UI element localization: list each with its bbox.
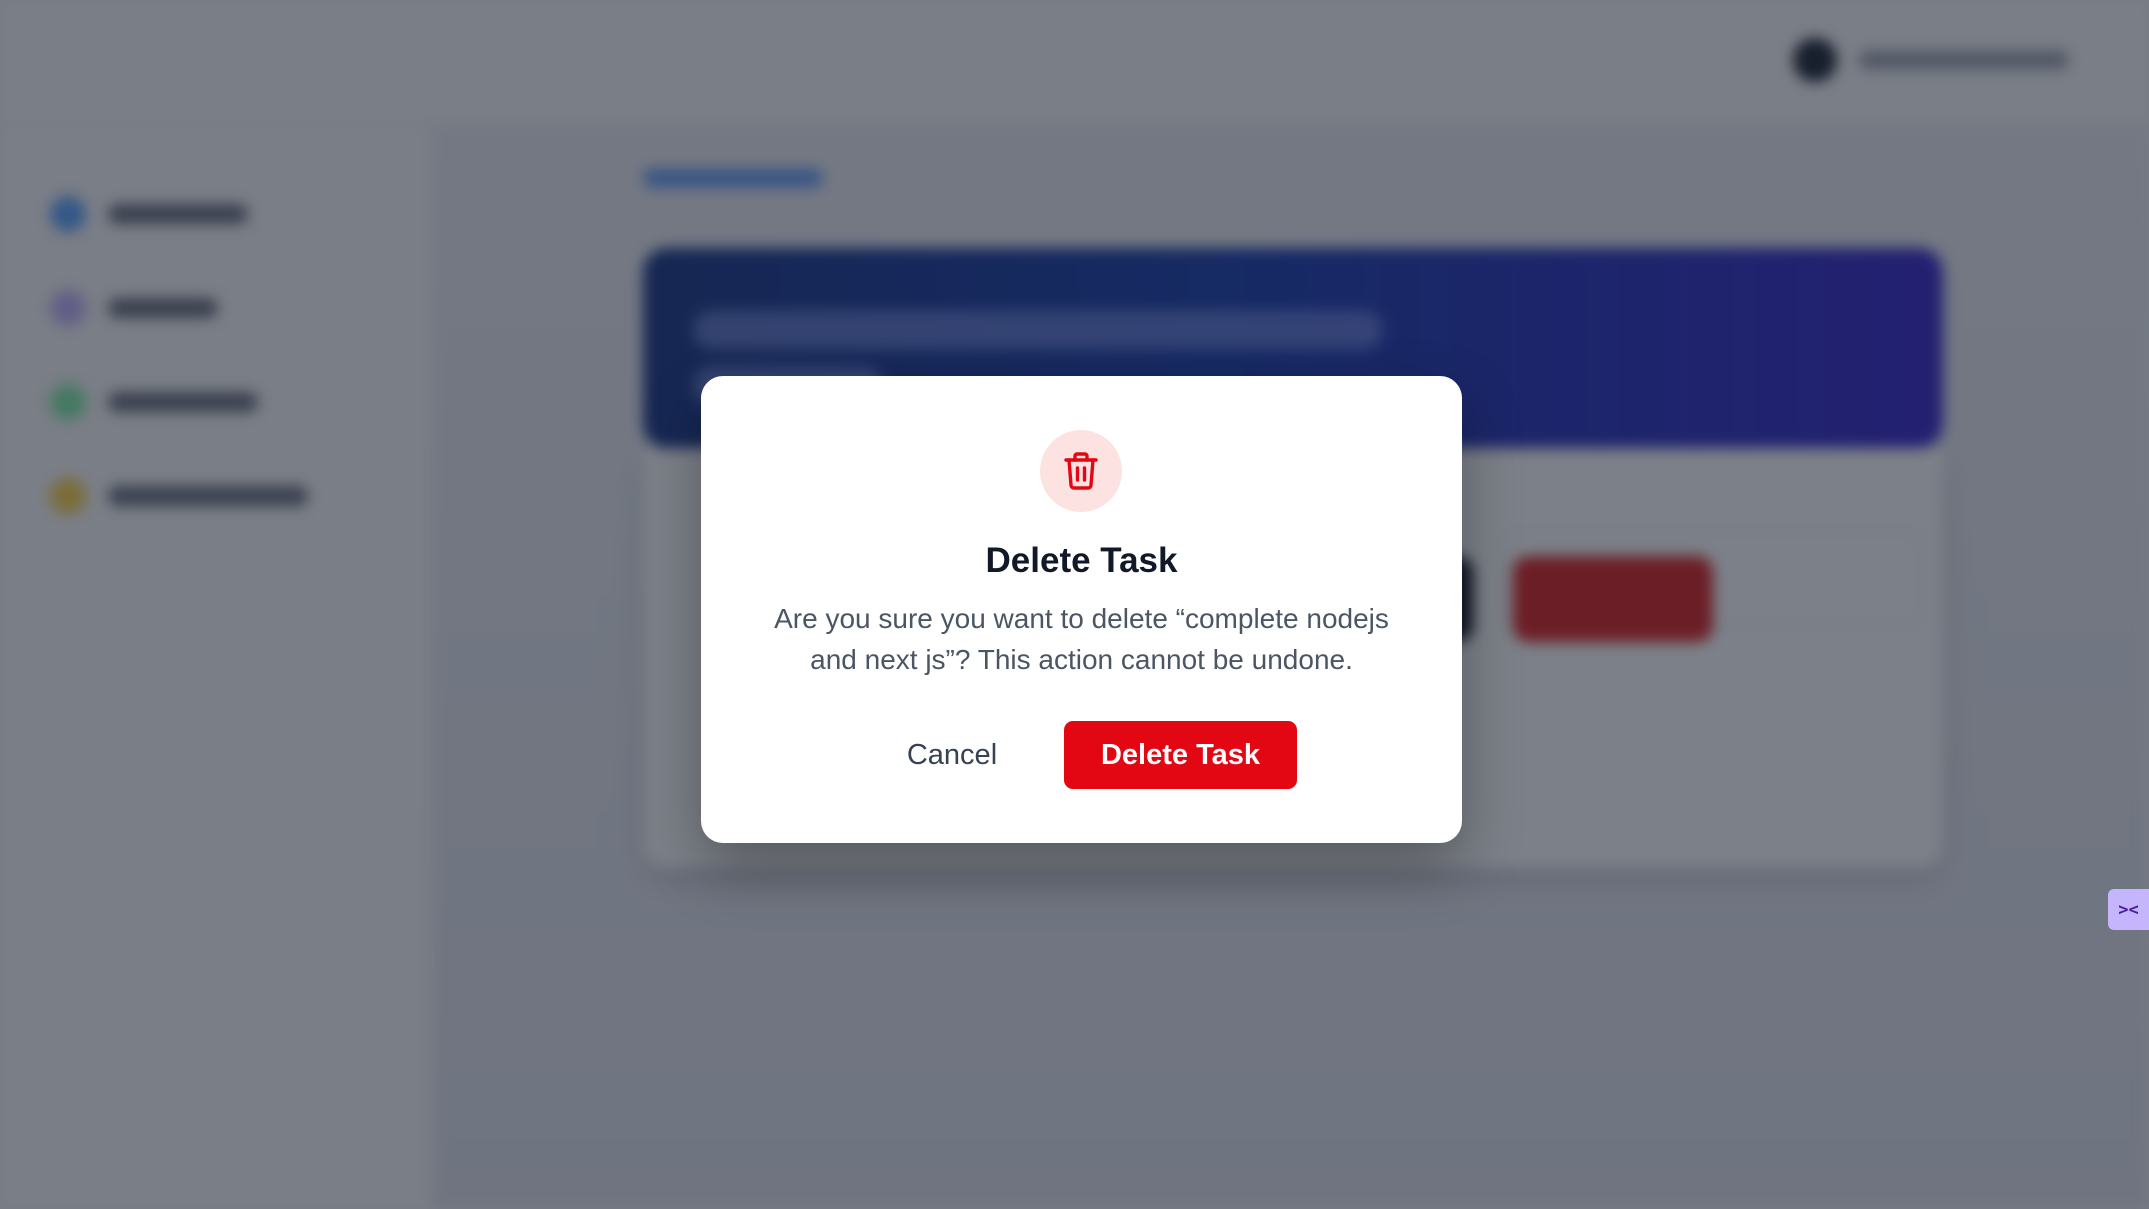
- delete-task-button[interactable]: Delete Task: [1064, 721, 1297, 789]
- delete-confirm-dialog: Delete Task Are you sure you want to del…: [701, 376, 1462, 843]
- collapse-icon: ><: [2118, 899, 2139, 920]
- trash-icon: [1064, 452, 1098, 490]
- side-panel-toggle[interactable]: ><: [2108, 889, 2149, 930]
- trash-icon-badge: [1040, 430, 1122, 512]
- cancel-button[interactable]: Cancel: [877, 721, 1027, 789]
- dialog-message: Are you sure you want to delete “complet…: [774, 603, 1389, 675]
- dialog-title: Delete Task: [985, 541, 1178, 580]
